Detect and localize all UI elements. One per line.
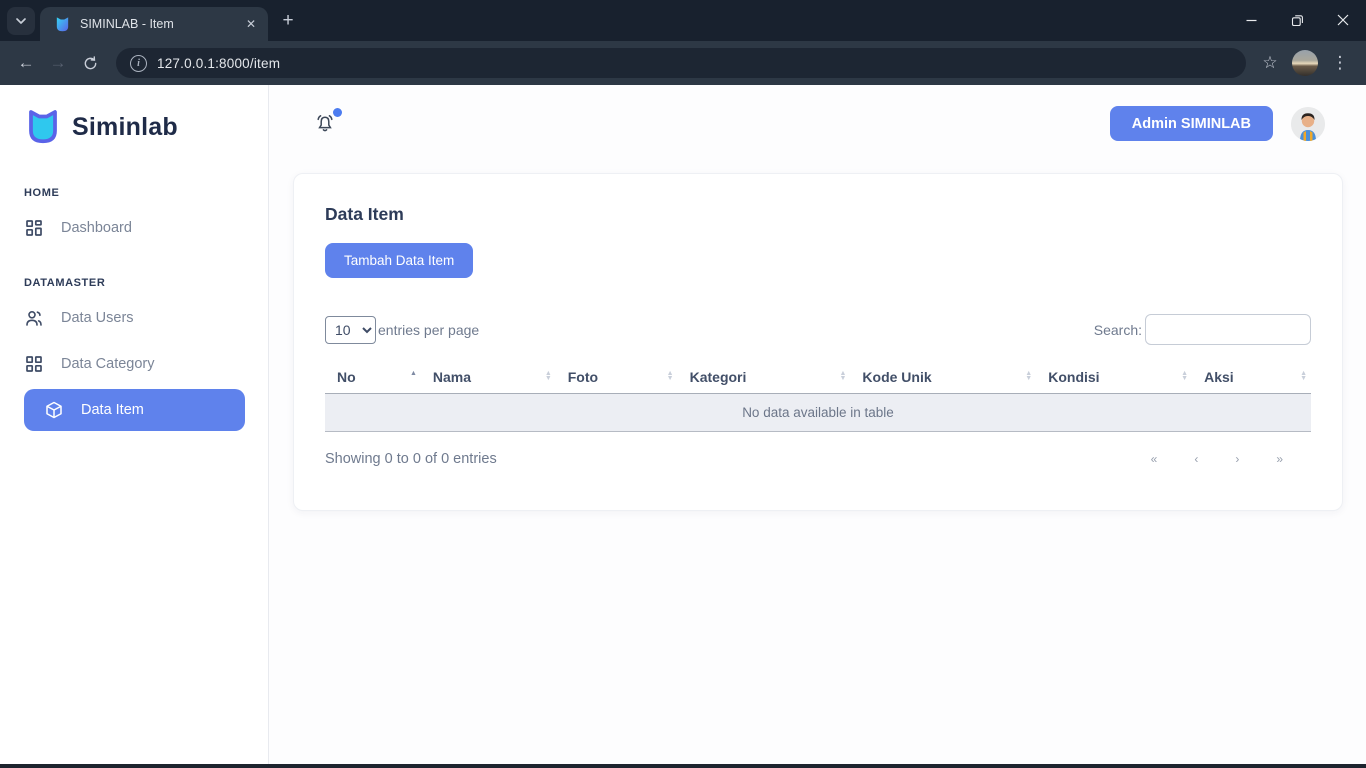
nav-section-label: HOME: [0, 187, 268, 199]
empty-table-row: No data available in table: [325, 393, 1311, 431]
main-area: Admin SIMINLAB Data Item Tambah Data Ite…: [269, 85, 1366, 768]
column-header-nama[interactable]: Nama ▲▼: [421, 361, 556, 393]
sort-icon: ▲▼: [667, 372, 674, 381]
window-bottom-edge: [0, 764, 1366, 768]
sort-icon: ▲▼: [1025, 372, 1032, 381]
site-info-icon[interactable]: i: [130, 55, 147, 72]
app-root: Siminlab HOME Dashboard: [0, 85, 1366, 768]
notification-button[interactable]: [313, 112, 337, 136]
browser-profile-avatar[interactable]: [1292, 50, 1318, 76]
sidebar-item-data-category[interactable]: Data Category: [0, 341, 268, 387]
nav-section-home: HOME Dashboard: [0, 187, 268, 251]
reload-button[interactable]: [74, 47, 106, 79]
grid-icon: [24, 354, 44, 374]
bookmark-star-icon[interactable]: ☆: [1254, 47, 1286, 79]
grid-icon: [24, 218, 44, 238]
sidebar-item-label: Data Item: [81, 402, 144, 418]
pagination-first-button[interactable]: «: [1145, 448, 1164, 470]
reload-icon: [83, 56, 98, 71]
data-item-card: Data Item Tambah Data Item 10 entries pe…: [293, 173, 1343, 511]
restore-icon: [1291, 14, 1304, 27]
add-data-item-button[interactable]: Tambah Data Item: [325, 243, 473, 278]
sort-icon: ▲▼: [410, 372, 417, 381]
data-item-table: No ▲▼ Nama ▲▼ Foto ▲▼ Kategori: [325, 361, 1311, 432]
brand-name: Siminlab: [72, 113, 178, 142]
pagination-last-button[interactable]: »: [1270, 448, 1289, 470]
browser-toolbar: ← → i 127.0.0.1:8000/item ☆ ⋮: [0, 41, 1366, 85]
nav-section-datamaster: DATAMASTER Data Users: [0, 277, 268, 431]
column-header-kondisi[interactable]: Kondisi ▲▼: [1036, 361, 1192, 393]
user-avatar[interactable]: [1291, 107, 1325, 141]
table-info-text: Showing 0 to 0 of 0 entries: [325, 451, 497, 467]
sidebar-item-data-users[interactable]: Data Users: [0, 295, 268, 341]
column-header-kategori[interactable]: Kategori ▲▼: [678, 361, 851, 393]
notification-badge: [333, 108, 342, 117]
new-tab-button[interactable]: +: [274, 7, 302, 35]
sort-icon: ▲▼: [839, 372, 846, 381]
pagination: « ‹ › »: [1145, 448, 1311, 470]
table-controls: 10 entries per page Search:: [325, 314, 1311, 345]
siminlab-favicon-icon: [54, 16, 71, 33]
siminlab-logo-icon: [24, 109, 62, 145]
pagination-next-button[interactable]: ›: [1229, 448, 1245, 470]
forward-button[interactable]: →: [42, 47, 74, 79]
page-title: Data Item: [325, 204, 1311, 225]
entries-per-page-select[interactable]: 10: [325, 316, 376, 344]
url-text[interactable]: 127.0.0.1:8000/item: [157, 56, 280, 71]
back-button[interactable]: ←: [10, 47, 42, 79]
sidebar-item-data-item[interactable]: Data Item: [24, 389, 245, 431]
sort-icon: ▲▼: [1181, 372, 1188, 381]
tab-strip: SIMINLAB - Item ✕ +: [0, 0, 1366, 41]
column-header-kode-unik[interactable]: Kode Unik ▲▼: [850, 361, 1036, 393]
users-icon: [24, 308, 44, 328]
close-icon: [1337, 14, 1349, 26]
top-header: Admin SIMINLAB: [269, 85, 1366, 141]
table-footer: Showing 0 to 0 of 0 entries « ‹ › »: [325, 448, 1311, 470]
brand[interactable]: Siminlab: [0, 105, 268, 149]
avatar-illustration: [1291, 107, 1325, 141]
tab-close-icon[interactable]: ✕: [242, 15, 260, 33]
sidebar-item-label: Data Users: [61, 310, 134, 326]
column-header-no[interactable]: No ▲▼: [325, 361, 421, 393]
search-input[interactable]: [1145, 314, 1311, 345]
sort-icon: ▲▼: [545, 372, 552, 381]
address-bar[interactable]: i 127.0.0.1:8000/item: [116, 48, 1246, 78]
restore-button[interactable]: [1274, 0, 1320, 40]
pagination-previous-button[interactable]: ‹: [1188, 448, 1204, 470]
close-window-button[interactable]: [1320, 0, 1366, 40]
minimize-button[interactable]: [1228, 0, 1274, 40]
sidebar-item-label: Dashboard: [61, 220, 132, 236]
sidebar-item-label: Data Category: [61, 356, 155, 372]
table-header-row: No ▲▼ Nama ▲▼ Foto ▲▼ Kategori: [325, 361, 1311, 393]
cube-icon: [44, 400, 64, 420]
sidebar: Siminlab HOME Dashboard: [0, 85, 269, 768]
entries-per-page-label: entries per page: [378, 322, 479, 338]
minimize-icon: [1246, 15, 1257, 26]
column-header-foto[interactable]: Foto ▲▼: [556, 361, 678, 393]
sidebar-nav: HOME Dashboard DATAMASTER: [0, 187, 268, 431]
tab-title: SIMINLAB - Item: [80, 17, 242, 31]
tab-search-button[interactable]: [7, 7, 35, 35]
admin-profile-button[interactable]: Admin SIMINLAB: [1110, 106, 1273, 141]
browser-tab[interactable]: SIMINLAB - Item ✕: [40, 7, 268, 41]
column-header-aksi[interactable]: Aksi ▲▼: [1192, 361, 1311, 393]
window-controls: [1228, 0, 1366, 40]
browser-menu-button[interactable]: ⋮: [1324, 47, 1356, 79]
search-label: Search:: [1094, 322, 1142, 338]
browser-chrome: SIMINLAB - Item ✕ + ← → i 1: [0, 0, 1366, 85]
sidebar-item-dashboard[interactable]: Dashboard: [0, 205, 268, 251]
nav-section-label: DATAMASTER: [0, 277, 268, 289]
empty-message: No data available in table: [325, 393, 1311, 431]
sort-icon: ▲▼: [1300, 372, 1307, 381]
chevron-down-icon: [15, 15, 27, 27]
